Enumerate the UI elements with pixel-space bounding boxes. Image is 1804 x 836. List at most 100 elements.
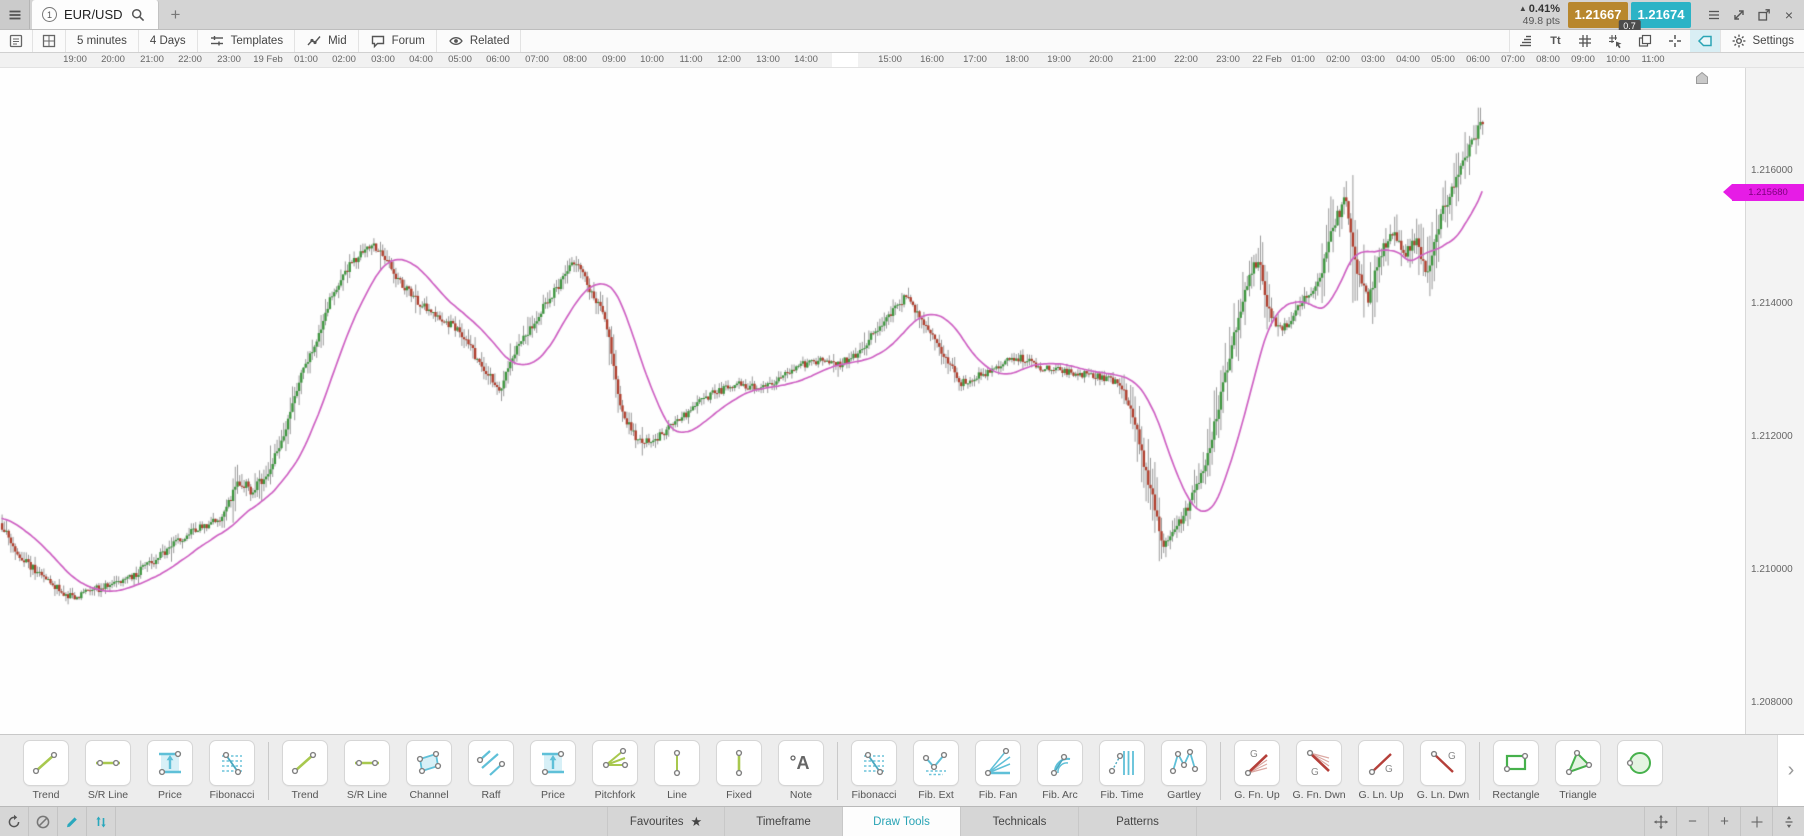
- edit-drawing-button[interactable]: [58, 807, 87, 836]
- tool-button-g-fn-up[interactable]: G: [1234, 740, 1280, 786]
- tool-channel: Channel: [401, 740, 457, 801]
- clear-drawings-button[interactable]: [29, 807, 58, 836]
- new-tab-button[interactable]: +: [159, 0, 193, 29]
- time-label: 19 Feb: [253, 54, 283, 65]
- pan-arrows-icon: [1653, 814, 1669, 830]
- time-label: 05:00: [1431, 54, 1455, 65]
- palette-scroll-right-button[interactable]: ›: [1777, 735, 1804, 806]
- tool-button-rectangle[interactable]: [1493, 740, 1539, 786]
- tool-button-note[interactable]: A: [778, 740, 824, 786]
- tool-group-divider: [837, 742, 838, 800]
- time-label: 12:00: [717, 54, 741, 65]
- bottom-tab-favourites[interactable]: Favourites★: [607, 807, 725, 836]
- tool-button-fixed[interactable]: [716, 740, 762, 786]
- symbol-search-icon[interactable]: [130, 7, 146, 23]
- main-menu-button[interactable]: [0, 0, 30, 29]
- window-tab-bar: 1 EUR/USD + ▲0.41% 49.8 pts 1.21667 1.21…: [0, 0, 1804, 30]
- tool-button-fib-fan[interactable]: [975, 740, 1021, 786]
- time-label: 06:00: [486, 54, 510, 65]
- crosshair-zoom-button[interactable]: [1740, 807, 1772, 836]
- tool-label: Price: [158, 789, 182, 801]
- tool-label: Price: [541, 789, 565, 801]
- price-change-block: ▲0.41% 49.8 pts: [1519, 3, 1560, 27]
- close-icon[interactable]: ×: [1780, 6, 1798, 24]
- tool-button-gartley[interactable]: [1161, 740, 1207, 786]
- settings-button[interactable]: Settings: [1720, 30, 1804, 52]
- tool-button-s-r-line[interactable]: [344, 740, 390, 786]
- tool-button-line[interactable]: [654, 740, 700, 786]
- tool-button-g-ln-up[interactable]: G: [1358, 740, 1404, 786]
- related-button[interactable]: Related: [437, 30, 522, 52]
- time-label: 02:00: [1326, 54, 1350, 65]
- tool-button-pitchfork[interactable]: [592, 740, 638, 786]
- snap-grid-button[interactable]: [1600, 30, 1630, 52]
- reorder-button[interactable]: [87, 807, 116, 836]
- chart-option-icons: Tt Settings: [1509, 30, 1804, 52]
- tool-button-ellipse[interactable]: [1617, 740, 1663, 786]
- tool-label: Fib. Fan: [979, 789, 1018, 801]
- tool-button-s-r-line[interactable]: [85, 740, 131, 786]
- tool-button-g-fn-dwn[interactable]: G: [1296, 740, 1342, 786]
- tool-label: Trend: [32, 789, 59, 801]
- bottom-tab-draw-tools[interactable]: Draw Tools: [843, 807, 961, 836]
- range-selector[interactable]: 4 Days: [139, 30, 198, 52]
- tool-button-fib-arc[interactable]: [1037, 740, 1083, 786]
- up-triangle-icon: ▲: [1519, 4, 1527, 13]
- grid-toggle-button[interactable]: [1570, 30, 1600, 52]
- time-label: 23:00: [217, 54, 241, 65]
- tool-button-trend[interactable]: [23, 740, 69, 786]
- templates-button[interactable]: Templates: [198, 30, 295, 52]
- mid-price-button[interactable]: Mid: [295, 30, 359, 52]
- time-label: 20:00: [101, 54, 125, 65]
- fit-chart-button[interactable]: [1644, 807, 1676, 836]
- tool-button-price[interactable]: [530, 740, 576, 786]
- bottom-tab-patterns[interactable]: Patterns: [1079, 807, 1197, 836]
- compare-layers-button[interactable]: [1630, 30, 1660, 52]
- vertical-scale-button[interactable]: [1772, 807, 1804, 836]
- time-label: 21:00: [140, 54, 164, 65]
- favourites-star-icon[interactable]: ★: [691, 814, 703, 830]
- zoom-out-button[interactable]: −: [1676, 807, 1708, 836]
- popout-window-icon[interactable]: [1755, 6, 1773, 24]
- price-tag-icon: [1697, 33, 1713, 49]
- change-points: 49.8 pts: [1519, 15, 1560, 27]
- forum-button[interactable]: Forum: [359, 30, 437, 52]
- expand-icon[interactable]: [1730, 6, 1748, 24]
- price-axis[interactable]: 1.215680 1.2160001.2140001.2120001.21000…: [1745, 68, 1804, 734]
- tool-button-raff[interactable]: [468, 740, 514, 786]
- chart-tab-eurusd[interactable]: 1 EUR/USD: [32, 0, 159, 29]
- time-axis[interactable]: 19:0020:0021:0022:0023:0019 Feb01:0002:0…: [0, 53, 1804, 68]
- tool-label: G. Fn. Up: [1234, 789, 1280, 801]
- zoom-in-button[interactable]: +: [1708, 807, 1740, 836]
- interval-selector[interactable]: 5 minutes: [66, 30, 139, 52]
- tool-label: Fibonacci: [210, 789, 255, 801]
- tool-button-fibonacci[interactable]: [851, 740, 897, 786]
- tool-label: Fibonacci: [852, 789, 897, 801]
- crosshair-button[interactable]: [1660, 30, 1690, 52]
- layout-grid-button[interactable]: [33, 30, 66, 52]
- thin-plus-icon: [1749, 814, 1765, 830]
- time-label: 16:00: [920, 54, 944, 65]
- volume-depth-button[interactable]: [1510, 30, 1540, 52]
- svg-text:G: G: [1448, 751, 1456, 762]
- tool-label: Raff: [481, 789, 500, 801]
- scroll-to-latest-button[interactable]: [1694, 70, 1710, 86]
- refresh-drawings-button[interactable]: [0, 807, 29, 836]
- quote-menu-icon[interactable]: [1705, 6, 1723, 24]
- tool-button-triangle[interactable]: [1555, 740, 1601, 786]
- tool-button-fibonacci[interactable]: [209, 740, 255, 786]
- bottom-tab-technicals[interactable]: Technicals: [961, 807, 1079, 836]
- bottom-tab-timeframe[interactable]: Timeframe: [725, 807, 843, 836]
- news-panel-button[interactable]: [0, 30, 33, 52]
- tool-button-price[interactable]: [147, 740, 193, 786]
- tool-button-trend[interactable]: [282, 740, 328, 786]
- text-tool-button[interactable]: Tt: [1540, 30, 1570, 52]
- tool-button-channel[interactable]: [406, 740, 452, 786]
- tab-symbol-label: EUR/USD: [64, 7, 123, 22]
- price-chart-canvas[interactable]: [0, 68, 1745, 734]
- tool-button-fib-ext[interactable]: [913, 740, 959, 786]
- tool-button-fib-time[interactable]: [1099, 740, 1145, 786]
- price-tag-button[interactable]: [1690, 30, 1720, 52]
- tool-button-g-ln-dwn[interactable]: G: [1420, 740, 1466, 786]
- time-label: 14:00: [794, 54, 818, 65]
